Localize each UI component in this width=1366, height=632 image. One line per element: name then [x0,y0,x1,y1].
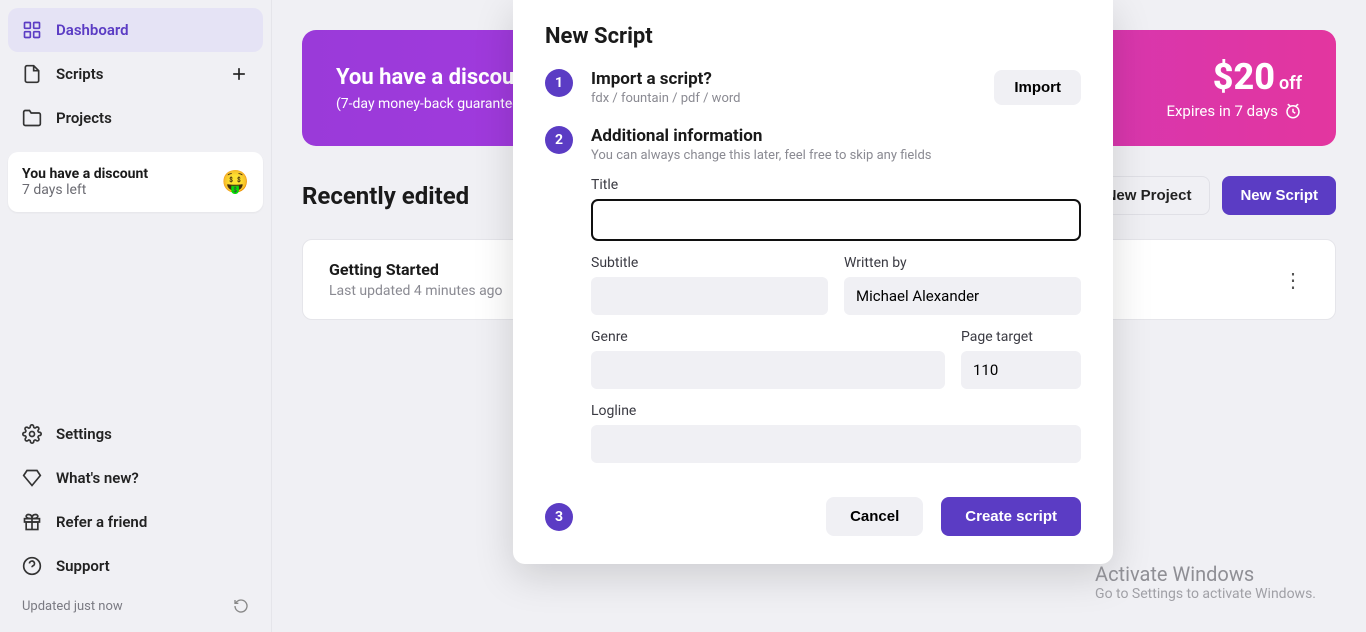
sidebar-item-label: Support [56,557,110,575]
discount-sub: 7 days left [22,182,148,198]
sidebar-item-refer[interactable]: Refer a friend [8,500,263,544]
banner-off: off [1279,73,1302,94]
title-input[interactable] [591,199,1081,241]
sidebar-item-support[interactable]: Support [8,544,263,588]
windows-watermark: Activate Windows Go to Settings to activ… [1095,562,1316,602]
banner-amount: $20 [1213,56,1275,98]
logline-input[interactable] [591,425,1081,463]
sidebar-item-label: Projects [56,109,112,127]
logline-label: Logline [591,403,1081,419]
step-number-2: 2 [545,126,573,154]
sidebar: Dashboard Scripts Projects You have a di… [0,0,272,632]
create-script-button[interactable]: Create script [941,497,1081,536]
discount-title: You have a discount [22,166,148,182]
card-sub: Last updated 4 minutes ago [329,283,503,299]
dashboard-icon [22,20,42,40]
modal-title: New Script [545,24,1081,49]
genre-input[interactable] [591,351,945,389]
step1-sub: fdx / fountain / pdf / word [591,91,740,106]
sidebar-item-projects[interactable]: Projects [8,96,263,140]
pagetarget-input[interactable] [961,351,1081,389]
genre-label: Genre [591,329,945,345]
step2-sub: You can always change this later, feel f… [591,148,1081,163]
help-icon [22,556,42,576]
cancel-button[interactable]: Cancel [826,497,923,536]
subtitle-label: Subtitle [591,255,828,271]
banner-sub: (7-day money-back guarantee) [336,96,534,112]
gift-icon [22,512,42,532]
writtenby-input[interactable] [844,277,1081,315]
gear-icon [22,424,42,444]
step-number-1: 1 [545,69,573,97]
new-script-modal: New Script 1 Import a script? fdx / foun… [513,0,1113,564]
watermark-line1: Activate Windows [1095,562,1316,586]
clock-icon [1284,102,1302,120]
sidebar-footer: Updated just now [8,588,263,624]
banner-expires: Expires in 7 days [1166,102,1278,120]
section-title: Recently edited [302,182,469,210]
refresh-icon[interactable] [233,598,249,614]
folder-icon [22,108,42,128]
sidebar-item-settings[interactable]: Settings [8,412,263,456]
money-face-emoji: 🤑 [222,170,249,195]
sidebar-item-label: Dashboard [56,21,129,39]
sidebar-item-label: Refer a friend [56,513,147,531]
watermark-line2: Go to Settings to activate Windows. [1095,586,1316,602]
title-label: Title [591,177,1081,193]
sidebar-item-label: Scripts [56,65,103,83]
pagetarget-label: Page target [961,329,1081,345]
banner-title: You have a discount [336,65,534,90]
step-number-3: 3 [545,503,573,531]
discount-card[interactable]: You have a discount 7 days left 🤑 [8,152,263,212]
step1-title: Import a script? [591,69,740,89]
sidebar-item-whatsnew[interactable]: What's new? [8,456,263,500]
subtitle-input[interactable] [591,277,828,315]
sidebar-item-label: Settings [56,425,112,443]
writtenby-label: Written by [844,255,1081,271]
card-title: Getting Started [329,260,503,279]
sidebar-item-dashboard[interactable]: Dashboard [8,8,263,52]
updated-text: Updated just now [22,599,123,614]
plus-icon[interactable] [229,64,249,84]
sidebar-item-label: What's new? [56,469,139,487]
import-button[interactable]: Import [994,70,1081,105]
step2-title: Additional information [591,126,1081,146]
new-script-button[interactable]: New Script [1222,176,1336,215]
diamond-icon [22,468,42,488]
script-icon [22,64,42,84]
more-icon[interactable]: ⋮ [1277,262,1309,298]
sidebar-item-scripts[interactable]: Scripts [8,52,263,96]
